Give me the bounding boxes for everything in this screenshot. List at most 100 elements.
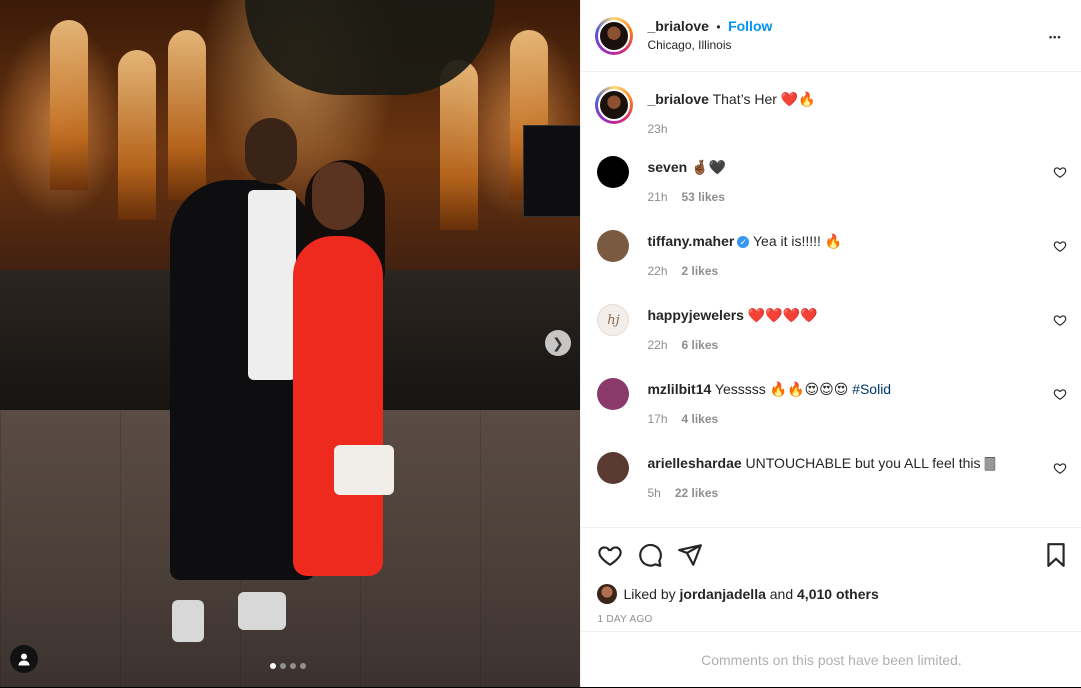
tagged-users-button[interactable] [10, 645, 38, 673]
caption-row: _brialove That’s Her ❤️🔥 23h [581, 86, 1081, 146]
caption-username[interactable]: _brialove [647, 91, 708, 107]
comment-likes-count[interactable]: 4 likes [682, 412, 719, 426]
comment-likes-count[interactable]: 6 likes [682, 338, 719, 352]
photo-bg-arch [168, 30, 206, 200]
comment-body: Yesssss 🔥🔥😍😍😍 [714, 381, 853, 397]
comment-likes-count[interactable]: 2 likes [682, 264, 719, 278]
liked-by-conjunction: and [769, 586, 794, 602]
commenter-username[interactable]: tiffany.maher [647, 233, 734, 249]
liker-username[interactable]: jordanjadella [680, 586, 766, 602]
comment-likes-count[interactable]: 53 likes [682, 190, 725, 204]
commenter-username[interactable]: seven [647, 159, 687, 175]
photo-woman-head [312, 162, 364, 230]
comment-meta: 22h 6 likes [647, 338, 718, 352]
follow-button[interactable]: Follow [728, 18, 772, 34]
comment-likes-count[interactable]: 22 likes [675, 486, 718, 500]
avatar-monogram: hj [607, 312, 620, 328]
photo-bg-arch [50, 20, 88, 190]
comment-row: tiffany.maher ✓ Yea it is!!!!! 🔥 22h 2 like… [581, 230, 1081, 290]
caption-body: That’s Her ❤️🔥 [712, 91, 816, 107]
comment-bubble-icon[interactable] [637, 542, 663, 568]
photo-bg-arch [118, 50, 156, 220]
commenter-avatar[interactable] [597, 452, 630, 484]
comment-body: UNTOUCHABLE but you ALL feel this 🀫 [745, 455, 996, 471]
carousel-dot [300, 663, 306, 669]
like-heart-icon[interactable] [597, 542, 623, 568]
photo-bg-screen [523, 125, 581, 217]
comment-text: happyjewelers ❤️❤️❤️❤️ [647, 306, 1037, 324]
chevron-right-icon: ❯ [552, 334, 564, 351]
commenter-username[interactable]: mzlilbit14 [647, 381, 711, 397]
carousel-dot [270, 663, 276, 669]
comment-row: mzlilbit14 Yesssss 🔥🔥😍😍😍 #Solid 17h 4 like… [581, 378, 1081, 438]
user-tag-icon [18, 653, 30, 666]
photo-woman-dress [293, 236, 383, 576]
post-date[interactable]: 1 DAY AGO [597, 614, 652, 625]
comment-time[interactable]: 17h [647, 412, 667, 426]
comment-row: hj happyjewelers ❤️❤️❤️❤️ 22h 6 likes [581, 304, 1081, 364]
comment-time[interactable]: 22h [647, 338, 667, 352]
action-bar: Liked by jordanjadella and 4,010 others … [581, 527, 1081, 632]
caption-avatar-image [598, 89, 631, 121]
comment-like-heart-icon[interactable] [1053, 313, 1067, 327]
commenter-username[interactable]: arielleshardae [647, 455, 741, 471]
post-side-panel: _brialove • Follow Chicago, Illinois •••… [580, 0, 1081, 687]
comment-meta: 21h 53 likes [647, 190, 724, 204]
comment-time[interactable]: 21h [647, 190, 667, 204]
share-paper-plane-icon[interactable] [677, 542, 703, 568]
comment-time[interactable]: 22h [647, 264, 667, 278]
author-avatar[interactable] [595, 17, 634, 55]
hashtag-link[interactable]: #Solid [852, 381, 891, 397]
photo-man-shoe [172, 600, 204, 642]
save-bookmark-icon[interactable] [1043, 542, 1069, 568]
post-header: _brialove • Follow Chicago, Illinois ••• [581, 0, 1081, 72]
photo-bg-arch [440, 60, 478, 230]
comment-text: arielleshardae UNTOUCHABLE but you ALL f… [647, 454, 1037, 472]
photo-man-head [245, 118, 297, 184]
more-options-button[interactable]: ••• [1049, 24, 1061, 45]
comment-text: tiffany.maher ✓ Yea it is!!!!! 🔥 [647, 232, 1037, 250]
liker-avatar[interactable] [597, 584, 618, 604]
liked-by-line: Liked by jordanjadella and 4,010 others [597, 584, 879, 604]
commenter-avatar[interactable] [597, 378, 630, 410]
separator-dot: • [716, 20, 721, 34]
photo-man-shoe [238, 592, 286, 630]
comment-like-heart-icon[interactable] [1053, 165, 1067, 179]
comment-like-heart-icon[interactable] [1053, 239, 1067, 253]
caption-time[interactable]: 23h [647, 122, 667, 136]
comment-meta: 17h 4 likes [647, 412, 718, 426]
author-line: _brialove • Follow [647, 18, 772, 36]
photo-handbag [334, 445, 394, 495]
caption-avatar[interactable] [595, 86, 634, 124]
carousel-next-button[interactable]: ❯ [545, 330, 571, 356]
comment-like-heart-icon[interactable] [1053, 387, 1067, 401]
comment-row: arielleshardae UNTOUCHABLE but you ALL f… [581, 452, 1081, 512]
comment-like-heart-icon[interactable] [1053, 461, 1067, 475]
verified-badge-icon: ✓ [737, 236, 750, 248]
author-username[interactable]: _brialove [647, 18, 708, 34]
comment-meta: 22h 2 likes [647, 264, 718, 278]
commenter-username[interactable]: happyjewelers [647, 307, 744, 323]
post-photo[interactable]: ❯ [0, 0, 581, 687]
comment-row: seven 🤞🏾🖤 21h 53 likes [581, 156, 1081, 216]
comment-time[interactable]: 5h [647, 486, 660, 500]
comment-meta: 5h 22 likes [647, 486, 718, 500]
comment-text: mzlilbit14 Yesssss 🔥🔥😍😍😍 #Solid [647, 380, 1037, 398]
carousel-dots [270, 663, 306, 669]
liked-by-prefix: Liked by [623, 586, 676, 602]
comment-body: ❤️❤️❤️❤️ [747, 307, 818, 323]
carousel-dot [290, 663, 296, 669]
post-location[interactable]: Chicago, Illinois [647, 38, 731, 52]
carousel-dot [280, 663, 286, 669]
caption-meta: 23h [647, 122, 667, 136]
comment-body: Yea it is!!!!! 🔥 [752, 233, 843, 249]
commenter-avatar[interactable]: hj [597, 304, 630, 336]
commenter-avatar[interactable] [597, 156, 630, 188]
more-horizontal-icon: ••• [1049, 32, 1062, 42]
author-avatar-image [598, 20, 631, 52]
post-modal: ❯ _brialove • Follow Chicago, Illinois •… [0, 0, 1081, 687]
caption-text: _brialove That’s Her ❤️🔥 [647, 90, 1037, 108]
commenter-avatar[interactable] [597, 230, 630, 262]
likes-count-others[interactable]: 4,010 others [797, 586, 879, 602]
comments-list[interactable]: _brialove That’s Her ❤️🔥 23h seven 🤞🏾🖤 21… [581, 72, 1081, 527]
